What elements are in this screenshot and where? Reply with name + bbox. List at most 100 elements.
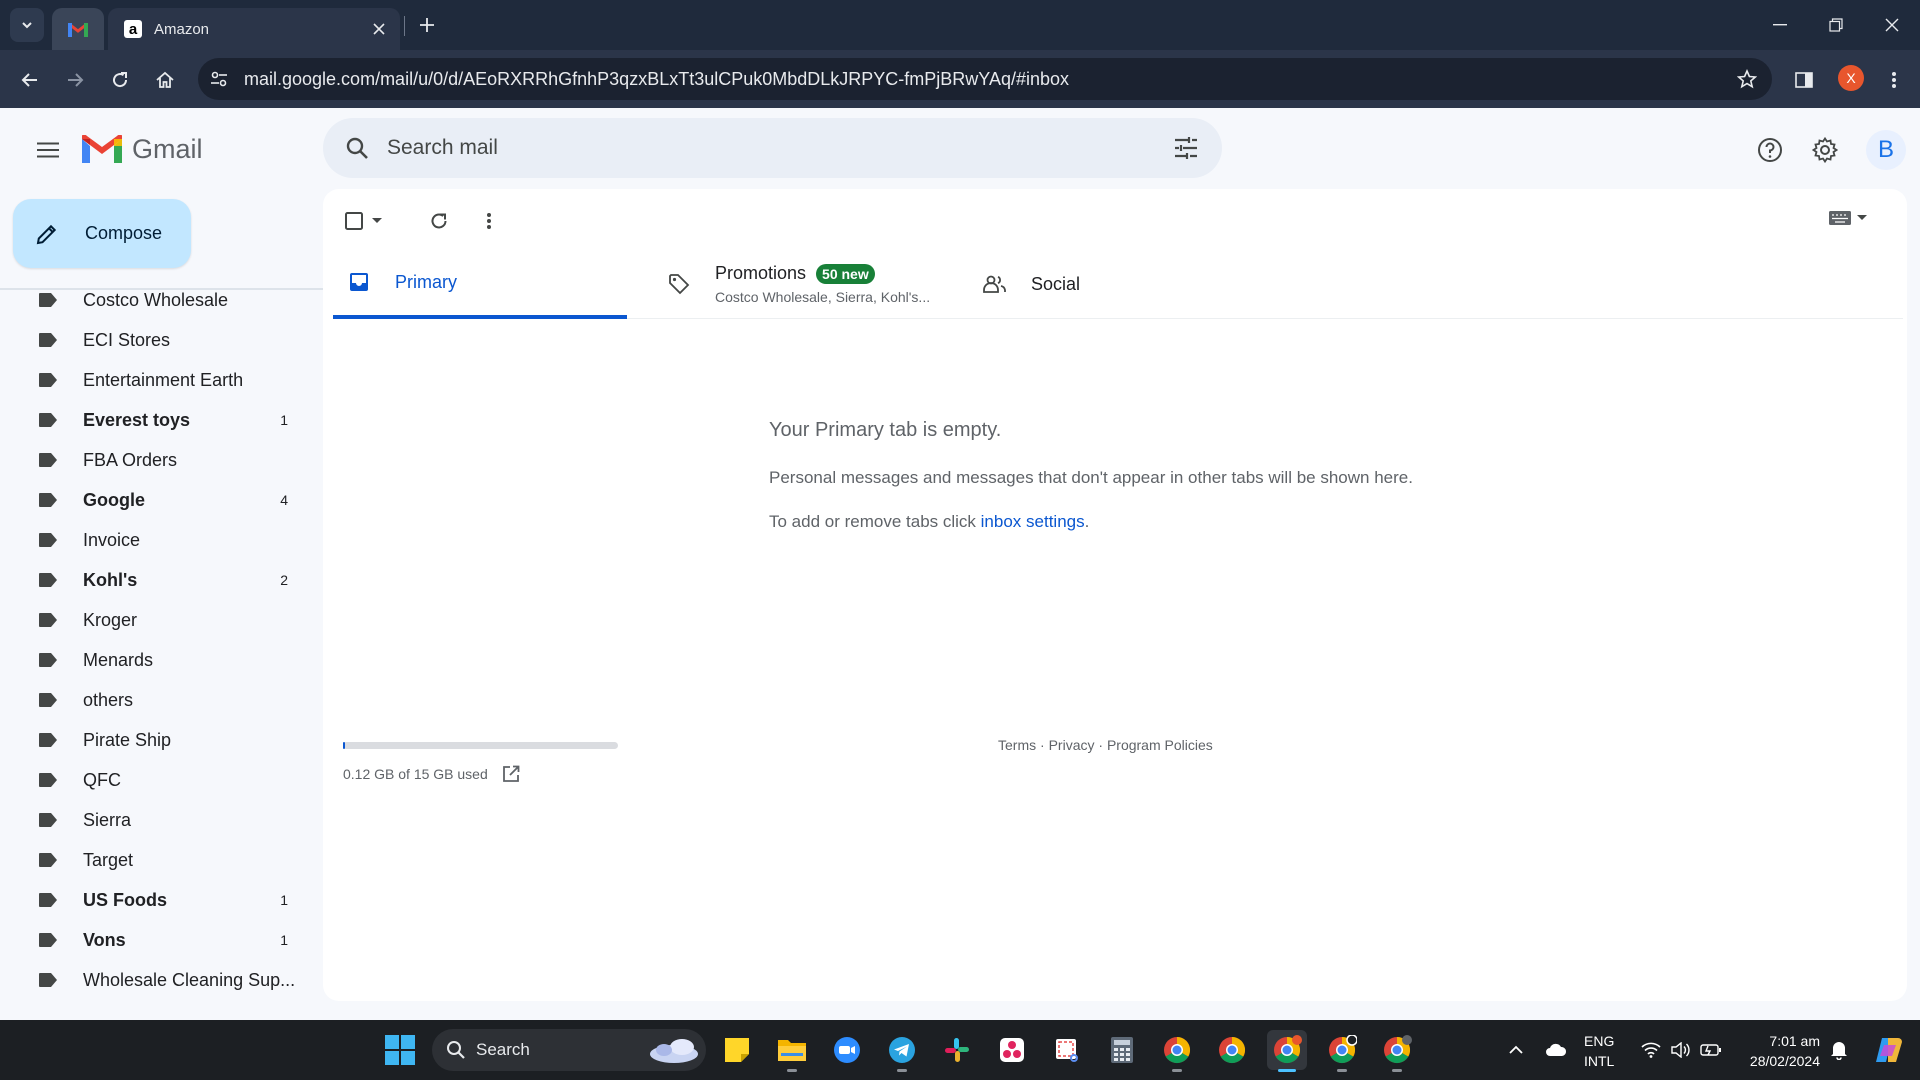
bookmark-button[interactable] <box>1734 66 1760 92</box>
restore-button[interactable] <box>1808 0 1864 50</box>
sidebar-label-item[interactable]: Google 4 <box>0 480 300 520</box>
select-all-checkbox[interactable] <box>341 201 387 241</box>
chrome-icon <box>1329 1035 1357 1064</box>
onedrive-button[interactable] <box>1538 1020 1574 1080</box>
tab-promotions[interactable]: Promotions 50 new Costco Wholesale, Sier… <box>653 249 953 319</box>
telegram-app[interactable] <box>882 1030 922 1072</box>
compose-button[interactable]: Compose <box>13 199 191 268</box>
sidebar-label-item[interactable]: others <box>0 680 300 720</box>
home-button[interactable] <box>147 62 183 98</box>
side-panel-button[interactable] <box>1786 62 1822 98</box>
sidebar-label-item[interactable]: ECI Stores <box>0 320 300 360</box>
people-icon <box>981 270 1009 298</box>
sidebar-label-item[interactable]: Invoice <box>0 520 300 560</box>
new-tab-button[interactable] <box>412 10 442 40</box>
browser-menu-button[interactable] <box>1876 62 1912 98</box>
input-tools-button[interactable] <box>1829 211 1867 225</box>
main-menu-button[interactable] <box>28 130 68 170</box>
search-input[interactable] <box>387 136 1158 160</box>
chrome-app-profile-2[interactable] <box>1212 1030 1252 1070</box>
more-actions-button[interactable] <box>469 201 509 241</box>
sticky-notes-app[interactable] <box>717 1030 757 1070</box>
tab-primary[interactable]: Primary <box>333 249 627 319</box>
sidebar-label-item[interactable]: Costco Wholesale <box>0 280 300 320</box>
sidebar-label-item[interactable]: Sierra <box>0 800 300 840</box>
browser-profile-avatar[interactable]: X <box>1838 65 1864 91</box>
wifi-icon <box>1641 1042 1661 1058</box>
inbox-settings-link[interactable]: inbox settings <box>981 512 1085 531</box>
gmail-tab[interactable] <box>52 8 104 50</box>
search-options-button[interactable] <box>1158 120 1214 176</box>
checkbox-icon <box>345 212 363 230</box>
sidebar-label-item[interactable]: Vons 1 <box>0 920 300 960</box>
site-info-button[interactable] <box>198 58 240 100</box>
search-button[interactable] <box>327 118 387 178</box>
privacy-link[interactable]: Privacy <box>1049 737 1095 753</box>
chrome-app-profile-4[interactable] <box>1377 1030 1417 1072</box>
sidebar-label-item[interactable]: Kohl's 2 <box>0 560 300 600</box>
forward-button[interactable] <box>57 62 93 98</box>
sidebar-label-name: US Foods <box>83 889 167 910</box>
show-hidden-icons-button[interactable] <box>1500 1020 1532 1080</box>
sidebar-label-item[interactable]: Entertainment Earth <box>0 360 300 400</box>
label-icon <box>39 373 57 387</box>
sidebar-label-count: 1 <box>280 892 288 908</box>
running-indicator <box>1278 1069 1296 1072</box>
sidebar-label-item[interactable]: Pirate Ship <box>0 720 300 760</box>
volume-button[interactable] <box>1666 1020 1696 1080</box>
clock[interactable]: 7:01 am 28/02/2024 <box>1736 1031 1820 1071</box>
program-policies-link[interactable]: Program Policies <box>1107 737 1213 753</box>
sidebar-label-item[interactable]: Wholesale Cleaning Sup... <box>0 960 300 1000</box>
language-indicator[interactable]: ENG INTL <box>1584 1031 1614 1071</box>
storage-usage-text: 0.12 GB of 15 GB used <box>343 766 488 782</box>
label-icon <box>39 333 57 347</box>
gmail-logo[interactable]: Gmail <box>82 134 203 165</box>
terms-link[interactable]: Terms <box>998 737 1036 753</box>
sidebar-label-item[interactable]: FBA Orders <box>0 440 300 480</box>
taskbar-search[interactable]: Search <box>432 1029 706 1071</box>
settings-button[interactable] <box>1803 128 1847 172</box>
tab-social[interactable]: Social <box>969 249 1269 319</box>
chrome-app-profile-3[interactable] <box>1322 1030 1362 1072</box>
slack-app[interactable] <box>937 1030 977 1070</box>
account-avatar[interactable]: B <box>1866 130 1906 170</box>
network-button[interactable] <box>1636 1020 1666 1080</box>
reload-button[interactable] <box>102 62 138 98</box>
bell-icon <box>1831 1042 1847 1060</box>
office-app[interactable] <box>992 1030 1032 1070</box>
sidebar-label-item[interactable]: Kroger <box>0 600 300 640</box>
address-bar[interactable]: mail.google.com/mail/u/0/d/AEoRXRRhGfnhP… <box>198 58 1772 100</box>
zoom-app[interactable] <box>827 1030 867 1070</box>
manage-storage-button[interactable] <box>500 763 522 785</box>
tab-title: Amazon <box>154 20 210 38</box>
more-vert-icon <box>1892 72 1896 88</box>
back-button[interactable] <box>12 62 48 98</box>
amazon-tab[interactable]: a Amazon <box>108 8 400 50</box>
window-close-button[interactable] <box>1864 0 1920 50</box>
support-button[interactable] <box>1748 128 1792 172</box>
tab-close-button[interactable] <box>366 16 392 42</box>
caret-down-icon <box>1857 215 1867 220</box>
sidebar-label-item[interactable]: Everest toys 1 <box>0 400 300 440</box>
storage-meter <box>343 742 618 749</box>
minimize-button[interactable] <box>1752 0 1808 50</box>
battery-button[interactable] <box>1696 1020 1726 1080</box>
notifications-button[interactable] <box>1824 1020 1854 1080</box>
calculator-app[interactable] <box>1102 1030 1142 1070</box>
tab-search-button[interactable] <box>10 8 44 42</box>
windows-start-icon[interactable] <box>384 1034 416 1066</box>
chrome-app-profile-1[interactable] <box>1157 1030 1197 1072</box>
refresh-button[interactable] <box>419 201 459 241</box>
chrome-app-active[interactable] <box>1267 1030 1307 1072</box>
keyboard-icon <box>1829 211 1851 225</box>
sidebar-label-item[interactable]: US Foods 1 <box>0 880 300 920</box>
search-bar[interactable] <box>323 118 1222 178</box>
sidebar-label-name: Sierra <box>83 809 132 830</box>
sidebar-label-item[interactable]: Menards <box>0 640 300 680</box>
snipping-tool-app[interactable] <box>1047 1030 1087 1070</box>
copilot-button[interactable] <box>1866 1020 1912 1080</box>
file-explorer-app[interactable] <box>772 1030 812 1072</box>
sidebar-label-item[interactable]: QFC <box>0 760 300 800</box>
chevron-down-icon <box>22 22 32 29</box>
sidebar-label-item[interactable]: Target <box>0 840 300 880</box>
